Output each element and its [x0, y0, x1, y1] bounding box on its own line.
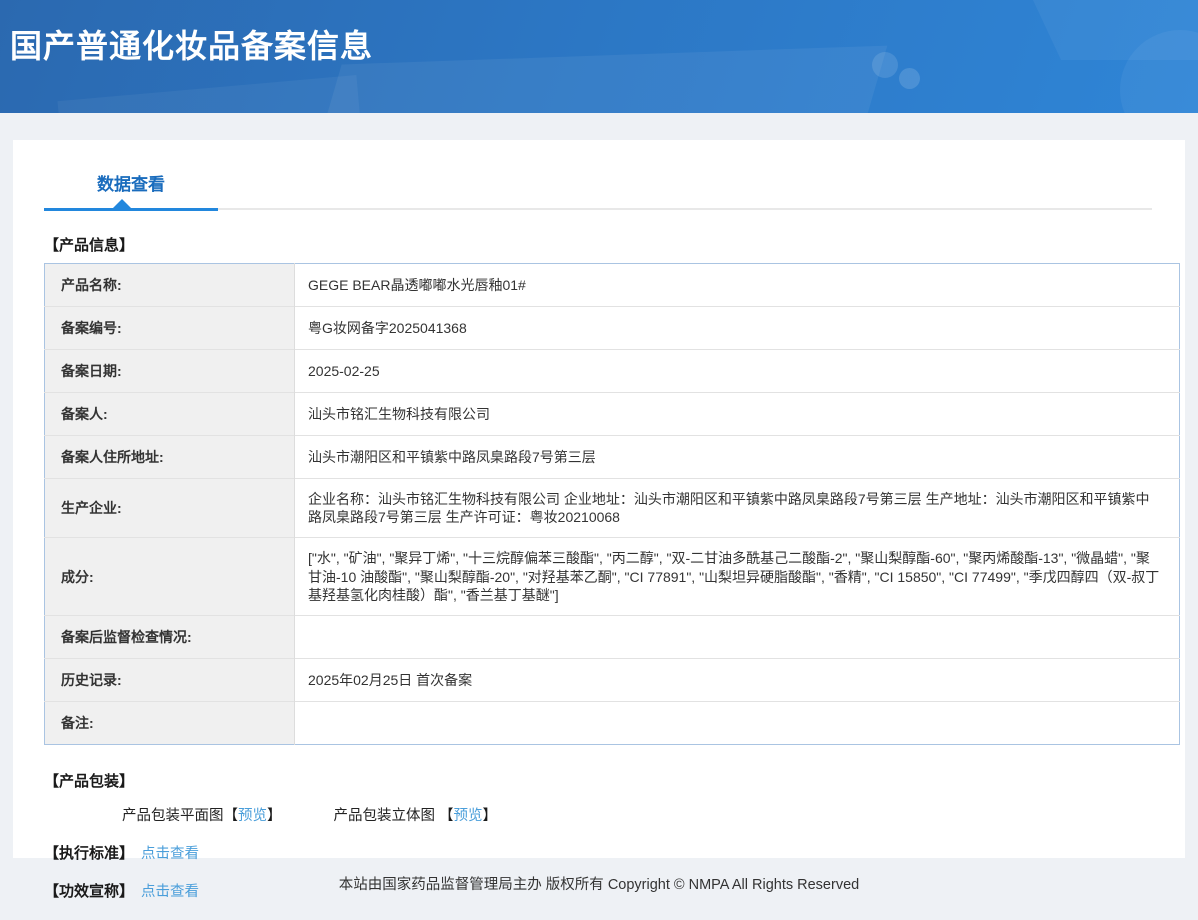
row-value: GEGE BEAR晶透嘟嘟水光唇釉01# [308, 276, 526, 293]
row-value: 汕头市铭汇生物科技有限公司 [294, 392, 1180, 436]
standards-label: 【执行标准】 [44, 844, 135, 862]
section-title-product-info: 【产品信息】 [44, 237, 135, 254]
row-value: 2025-02-25 [294, 349, 1180, 393]
row-value [294, 614, 1180, 659]
row-label: 历史记录: [44, 657, 295, 702]
standards-row: 【执行标准】 点击查看 [44, 842, 1154, 863]
packaging-stereo-label: 产品包装立体图 [333, 807, 440, 824]
row-label: 产品名称: [44, 263, 295, 307]
section-title-packaging: 【产品包装】 [44, 772, 135, 790]
row-label: 备案人: [44, 392, 295, 436]
table-row: 备案人: 汕头市铭汇生物科技有限公司 [44, 392, 1180, 436]
packaging-flat-label: 产品包装平面图 [122, 807, 224, 824]
page-header-banner: 国产普通化妆品备案信息 [0, 0, 1198, 113]
row-label: 备注: [44, 700, 295, 745]
row-value: 汕头市潮阳区和平镇紫中路凤臬路段7号第三层 [294, 435, 1180, 479]
row-label: 备案日期: [44, 349, 295, 393]
tab-active-arrow-icon [113, 199, 131, 208]
bracket-open: 【 [439, 807, 454, 824]
table-row: 备案人住所地址: 汕头市潮阳区和平镇紫中路凤臬路段7号第三层 [44, 435, 1180, 479]
row-value: ["水", "矿油", "聚异丁烯", "十三烷醇偏苯三酸酯", "丙二醇", … [294, 537, 1180, 616]
bracket-close: 】 [482, 807, 498, 824]
row-value: 企业名称：汕头市铭汇生物科技有限公司 企业地址：汕头市潮阳区和平镇紫中路凤臬路段… [294, 477, 1180, 538]
content-card: 数据查看 【产品信息】 产品名称: GEGE BEAR晶透嘟嘟水光唇釉01# 备… [13, 140, 1185, 900]
table-row: 成分: ["水", "矿油", "聚异丁烯", "十三烷醇偏苯三酸酯", "丙二… [44, 537, 1180, 616]
standards-view-link[interactable]: 点击查看 [141, 846, 199, 862]
table-row: 备案日期: 2025-02-25 [44, 349, 1180, 393]
row-label: 备案后监督检查情况: [44, 614, 295, 659]
banner-decor-circle [899, 68, 920, 89]
banner-decor-polygon [57, 75, 363, 113]
row-label: 生产企业: [44, 477, 295, 538]
row-value: 2025年02月25日 首次备案 [294, 657, 1180, 702]
tab-data-view[interactable]: 数据查看 [44, 166, 218, 195]
table-row: 历史记录: 2025年02月25日 首次备案 [44, 657, 1180, 702]
table-row: 生产企业: 企业名称：汕头市铭汇生物科技有限公司 企业地址：汕头市潮阳区和平镇紫… [44, 477, 1180, 538]
bracket-close: 】 [267, 807, 282, 824]
packaging-links-row: 产品包装平面图【预览】 产品包装立体图 【预览】 [122, 804, 1154, 825]
row-value [294, 700, 1180, 745]
packaging-stereo-preview-link[interactable]: 预览 [454, 808, 483, 824]
table-row: 产品名称: GEGE BEAR晶透嘟嘟水光唇釉01# [44, 263, 1180, 307]
page-title: 国产普通化妆品备案信息 [10, 28, 374, 64]
packaging-flat-preview-link[interactable]: 预览 [238, 808, 267, 824]
efficacy-row: 【功效宣称】 点击查看 [44, 880, 1154, 901]
row-label: 成分: [44, 537, 295, 616]
packaging-flat-item: 产品包装平面图【预览】 [122, 804, 282, 825]
row-label: 备案人住所地址: [44, 435, 295, 479]
table-row: 备注: [44, 700, 1180, 745]
row-label: 备案编号: [44, 306, 295, 350]
row-value: 粤G妆网备字2025041368 [294, 306, 1180, 350]
tab-bar: 数据查看 [44, 166, 1154, 211]
table-row: 备案后监督检查情况: [44, 614, 1180, 659]
table-row: 备案编号: 粤G妆网备字2025041368 [44, 306, 1180, 350]
efficacy-view-link[interactable]: 点击查看 [141, 884, 199, 900]
tab-active-underline [44, 208, 218, 211]
packaging-stereo-item: 产品包装立体图 【预览】 [334, 804, 498, 825]
product-info-table: 产品名称: GEGE BEAR晶透嘟嘟水光唇釉01# 备案编号: 粤G妆网备字2… [44, 263, 1180, 745]
efficacy-label: 【功效宣称】 [44, 882, 135, 900]
bracket-open: 【 [223, 807, 239, 824]
